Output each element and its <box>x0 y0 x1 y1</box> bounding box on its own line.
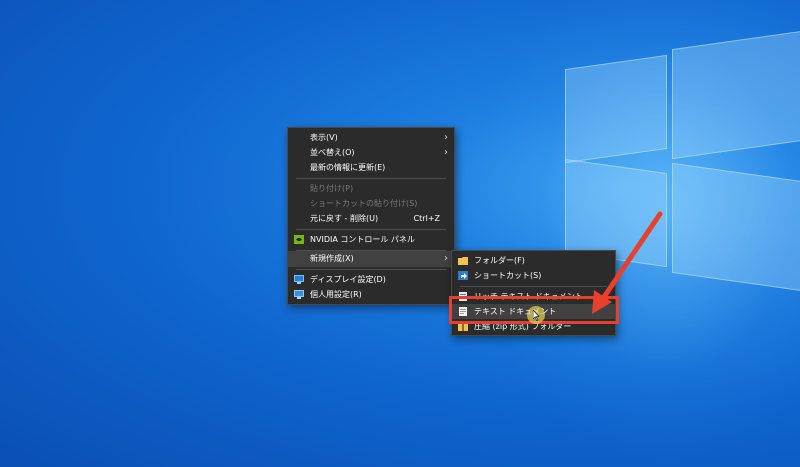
mouse-cursor <box>527 306 545 324</box>
annotation-arrow <box>592 211 663 314</box>
